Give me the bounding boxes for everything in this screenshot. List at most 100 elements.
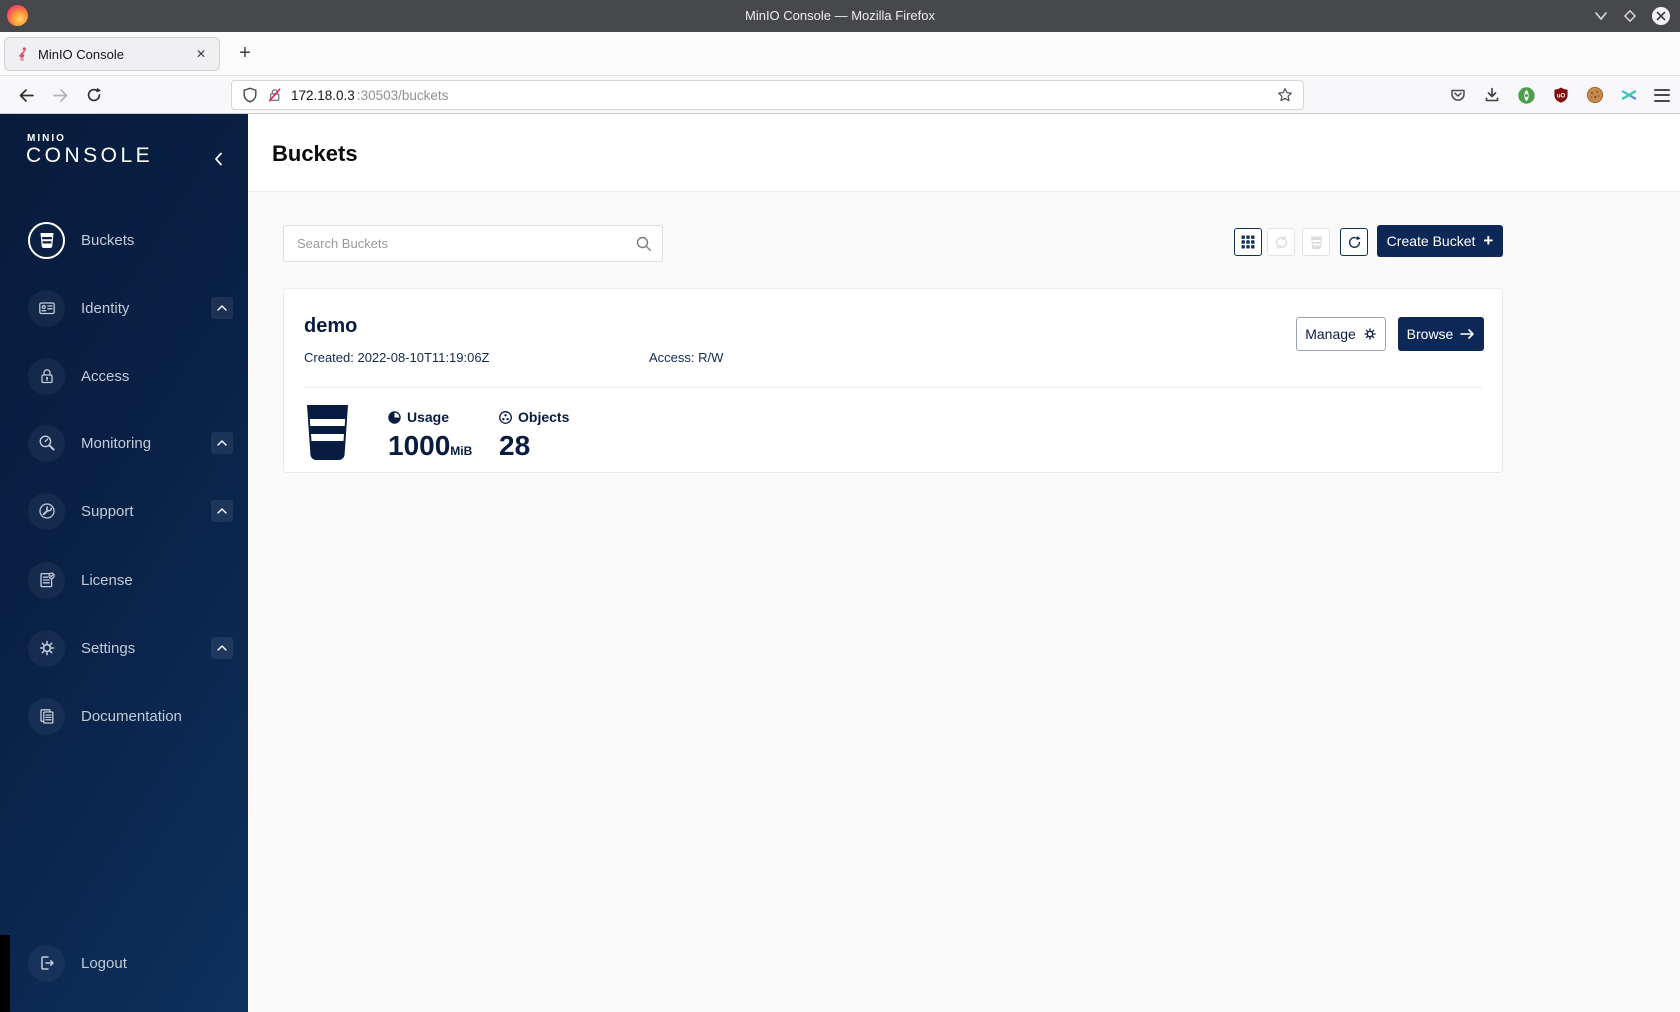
pocket-icon[interactable] xyxy=(1449,86,1467,104)
gear-icon xyxy=(1363,327,1377,341)
sidebar-item-label: Monitoring xyxy=(81,434,152,452)
sidebar-collapse-icon[interactable] xyxy=(214,152,223,166)
plus-icon: + xyxy=(1483,231,1494,250)
forward-button[interactable] xyxy=(46,81,74,109)
search-input[interactable] xyxy=(284,226,662,261)
refresh-icon xyxy=(1347,235,1362,250)
insecure-lock-icon[interactable] xyxy=(266,87,283,103)
bucket-created: Created: 2022-08-10T11:19:06Z xyxy=(304,350,490,365)
documentation-pages-icon xyxy=(28,697,65,735)
gear-icon xyxy=(28,629,65,667)
sidebar-item-buckets[interactable]: Buckets xyxy=(28,218,233,262)
usage-pie-icon xyxy=(388,410,401,424)
browser-toolbar: 172.18.0.3 :30503/buckets uO xyxy=(0,76,1680,114)
replication-arrows-icon xyxy=(1274,235,1289,250)
main-content: Create Bucket + demo Created: 2022-08-10… xyxy=(248,192,1680,1012)
sidebar-item-support[interactable]: Support xyxy=(28,489,233,533)
bucket-name-link[interactable]: demo xyxy=(304,315,357,338)
sidebar-item-label: License xyxy=(81,571,133,589)
usage-metric: Usage 1000MiB xyxy=(388,409,472,462)
asterisk-extension-icon[interactable] xyxy=(1620,86,1638,104)
support-wrench-icon xyxy=(28,492,65,530)
manage-label: Manage xyxy=(1305,326,1356,342)
browse-label: Browse xyxy=(1406,326,1454,342)
search-box xyxy=(283,225,663,262)
tab-bar: MinIO Console ✕ + xyxy=(0,32,1680,76)
extension-green-icon[interactable] xyxy=(1517,86,1536,105)
sidebar-item-identity[interactable]: Identity xyxy=(28,286,233,330)
sidebar-item-label: Support xyxy=(81,502,134,520)
arrow-right-icon xyxy=(1460,328,1475,340)
search-icon xyxy=(636,236,652,252)
delete-buckets-button xyxy=(1302,228,1330,256)
url-path: :30503/buckets xyxy=(356,87,449,103)
lock-icon xyxy=(28,357,65,395)
downloads-icon[interactable] xyxy=(1483,86,1501,104)
minio-flamingo-favicon-icon xyxy=(14,46,30,62)
objects-value: 28 xyxy=(499,430,531,461)
set-replication-button xyxy=(1267,228,1295,256)
cookie-extension-icon[interactable] xyxy=(1586,86,1604,104)
objects-icon xyxy=(499,410,512,424)
window-maximize-icon[interactable] xyxy=(1622,8,1638,24)
refresh-button[interactable] xyxy=(1340,228,1368,256)
window-close-icon[interactable] xyxy=(1652,7,1670,25)
window-title: MinIO Console — Mozilla Firefox xyxy=(745,8,935,23)
chevron-up-icon[interactable] xyxy=(211,637,233,659)
svg-text:uO: uO xyxy=(1557,93,1566,99)
browse-button[interactable]: Browse xyxy=(1398,317,1484,351)
bucket-icon xyxy=(1309,235,1324,250)
tab-close-icon[interactable]: ✕ xyxy=(192,47,210,61)
sidebar-item-logout[interactable]: Logout xyxy=(28,941,233,985)
url-bar[interactable]: 172.18.0.3 :30503/buckets xyxy=(231,80,1304,110)
card-divider xyxy=(304,387,1482,388)
ublock-origin-icon[interactable]: uO xyxy=(1552,86,1570,104)
window-minimize-icon[interactable] xyxy=(1594,11,1608,21)
chevron-up-icon[interactable] xyxy=(211,432,233,454)
sidebar-item-settings[interactable]: Settings xyxy=(28,626,233,670)
grid-view-button[interactable] xyxy=(1234,228,1262,256)
bookmark-star-icon[interactable] xyxy=(1277,87,1293,103)
identity-card-icon xyxy=(28,289,65,327)
chevron-up-icon[interactable] xyxy=(211,500,233,522)
sidebar-item-monitoring[interactable]: Monitoring xyxy=(28,421,233,465)
sidebar-item-license[interactable]: License xyxy=(28,558,233,602)
sidebar-item-label: Identity xyxy=(81,299,130,317)
sidebar-item-label: Documentation xyxy=(81,707,182,725)
license-document-icon xyxy=(28,561,65,599)
browser-tab[interactable]: MinIO Console ✕ xyxy=(4,37,220,71)
minio-logo: MINIO xyxy=(27,133,66,144)
sidebar-item-label: Settings xyxy=(81,639,136,657)
manage-button[interactable]: Manage xyxy=(1296,317,1386,351)
monitoring-magnifier-icon xyxy=(28,424,65,462)
back-button[interactable] xyxy=(12,81,40,109)
sidebar-item-access[interactable]: Access xyxy=(28,354,233,398)
reload-button[interactable] xyxy=(80,81,108,109)
page-header: Buckets xyxy=(248,114,1680,192)
bucket-access: Access: R/W xyxy=(649,350,724,365)
logout-icon xyxy=(28,944,65,982)
url-host: 172.18.0.3 xyxy=(291,87,355,103)
objects-label: Objects xyxy=(518,409,570,425)
sidebar-item-label: Buckets xyxy=(81,231,135,249)
page-title: Buckets xyxy=(272,141,358,166)
bucket-card[interactable]: demo Created: 2022-08-10T11:19:06Z Acces… xyxy=(283,288,1503,473)
usage-value: 1000 xyxy=(388,430,451,461)
chevron-up-icon[interactable] xyxy=(211,297,233,319)
create-bucket-button[interactable]: Create Bucket + xyxy=(1377,225,1503,257)
sidebar-item-label: Logout xyxy=(81,954,127,972)
console-logo: CONSOLE xyxy=(26,144,154,167)
objects-metric: Objects 28 xyxy=(499,409,569,462)
sidebar-item-label: Access xyxy=(81,367,130,385)
grid-icon xyxy=(1241,235,1255,249)
usage-label: Usage xyxy=(407,409,450,425)
bucket-icon xyxy=(28,221,65,259)
sidebar-item-documentation[interactable]: Documentation xyxy=(28,694,233,738)
screen: MinIO Console — Mozilla Firefox MinIO Co… xyxy=(0,0,1680,1012)
shield-icon[interactable] xyxy=(242,87,258,103)
usage-unit: MiB xyxy=(450,444,473,458)
menu-icon[interactable] xyxy=(1654,88,1670,102)
sidebar: MINIO CONSOLE Buckets Identity Access Mo… xyxy=(0,114,248,1012)
new-tab-button[interactable]: + xyxy=(232,41,258,67)
bucket-icon xyxy=(304,405,351,460)
